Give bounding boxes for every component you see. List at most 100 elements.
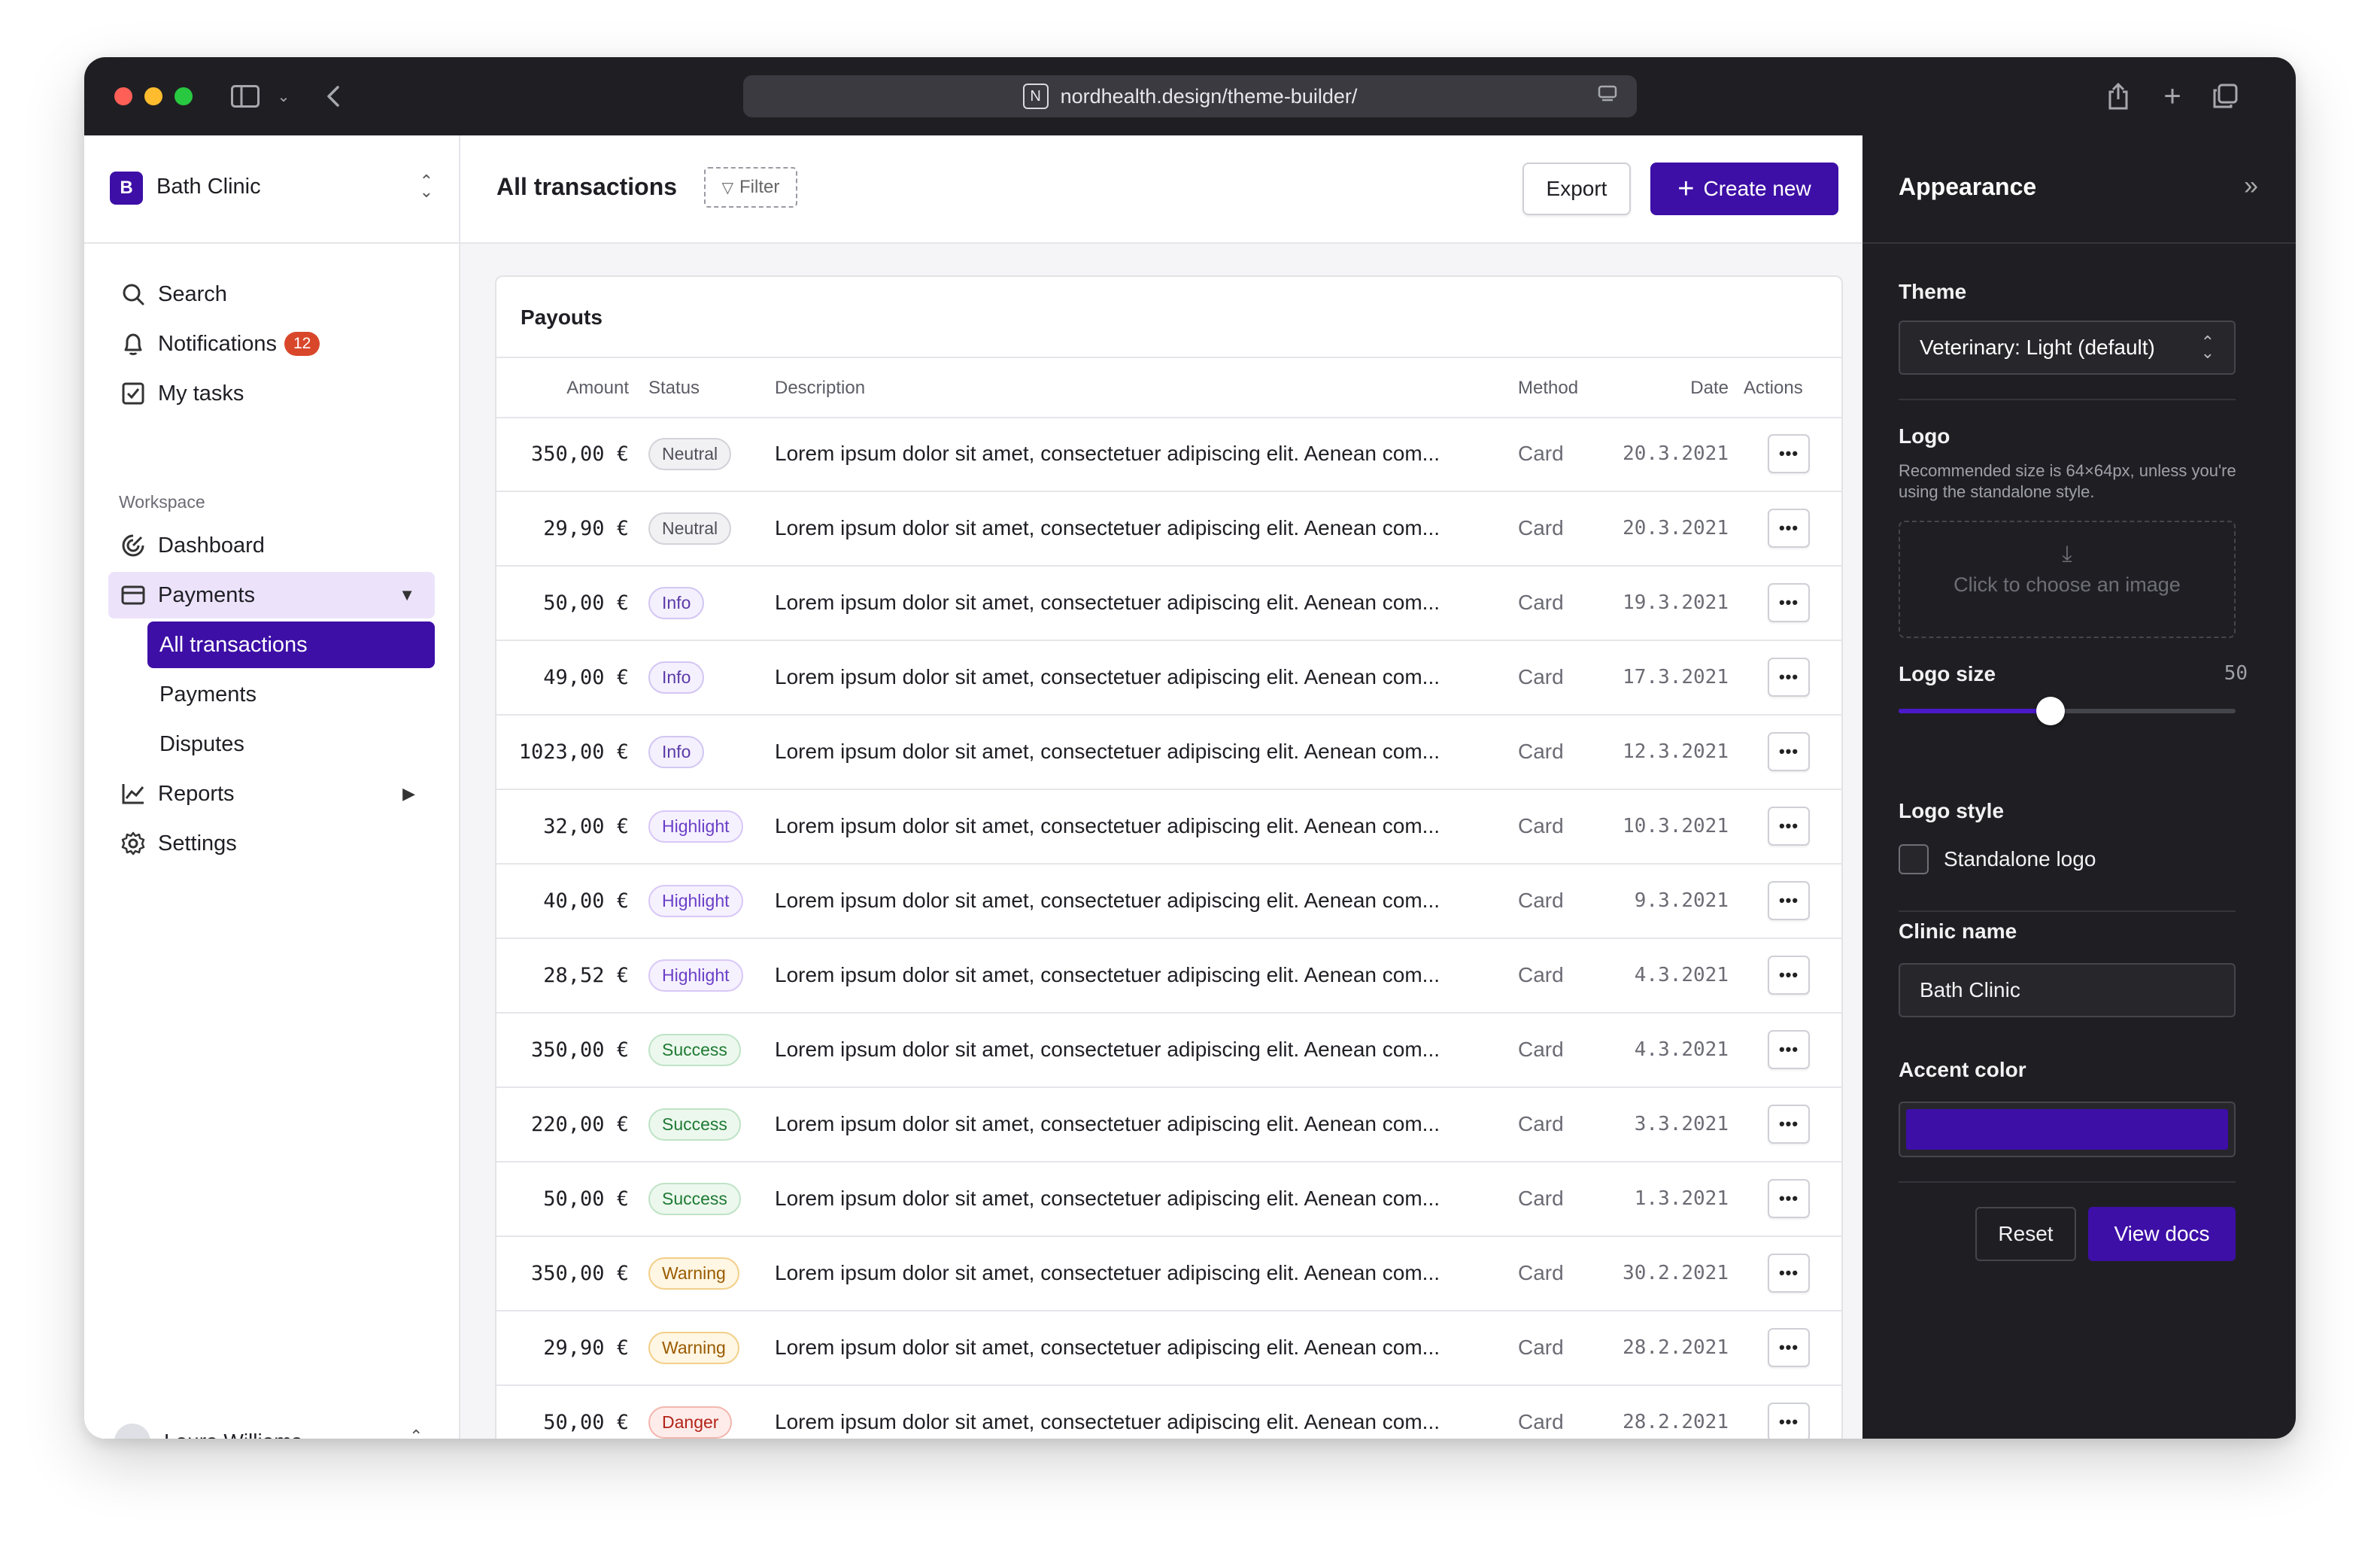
user-menu[interactable]: Laura Williams xyxy=(114,1419,302,1439)
table-row[interactable]: 49,00 € Info Lorem ipsum dolor sit amet, c… xyxy=(496,640,1841,716)
filter-button[interactable]: ▽ Filter xyxy=(704,167,797,208)
more-actions-button[interactable]: ••• xyxy=(1768,881,1810,920)
sidebar-item-dashboard[interactable]: Dashboard xyxy=(108,522,435,569)
caret-down-icon: ▼ xyxy=(399,585,415,604)
column-header-date[interactable]: Date xyxy=(1690,378,1729,399)
sidebar-item-disputes[interactable]: Disputes xyxy=(147,721,435,767)
status-badge: Neutral xyxy=(648,437,732,470)
description-text: Lorem ipsum dolor sit amet, consectetuer… xyxy=(775,889,1440,912)
slider-fill xyxy=(1899,709,2051,713)
chevron-down-icon[interactable]: ⌄ xyxy=(272,77,295,116)
sidebar-item-label: Payments xyxy=(158,582,255,607)
table-row[interactable]: 350,00 € Neutral Lorem ipsum dolor sit ame… xyxy=(496,417,1841,492)
table-row[interactable]: 40,00 € Highlight Lorem ipsum dolor sit am… xyxy=(496,864,1841,939)
more-actions-button[interactable]: ••• xyxy=(1768,807,1810,846)
table-row[interactable]: 29,90 € Warning Lorem ipsum dolor sit amet… xyxy=(496,1311,1841,1386)
actions-cell: ••• xyxy=(1768,1162,1810,1235)
accent-color-input[interactable] xyxy=(1899,1102,2236,1157)
zoom-window-button[interactable] xyxy=(175,87,193,105)
sidebar-item-reports[interactable]: Reports ▶ xyxy=(108,770,435,817)
reader-mode-icon[interactable] xyxy=(1598,84,1620,107)
table-row[interactable]: 28,52 € Highlight Lorem ipsum dolor sit am… xyxy=(496,938,1841,1014)
collapse-panel-icon[interactable]: » xyxy=(2244,172,2258,201)
sidebar-item-search[interactable]: Search xyxy=(108,271,435,318)
description-cell: Lorem ipsum dolor sit amet, consectetuer… xyxy=(775,1311,1497,1384)
search-icon xyxy=(108,282,158,306)
create-new-button[interactable]: + Create new xyxy=(1650,163,1838,215)
description-cell: Lorem ipsum dolor sit amet, consectetuer… xyxy=(775,1087,1497,1161)
chevron-updown-icon[interactable]: ⌃⌄ xyxy=(409,1428,423,1439)
more-actions-button[interactable]: ••• xyxy=(1768,434,1810,473)
logo-size-slider[interactable] xyxy=(1899,697,2236,725)
main-content: All transactions ▽ Filter Export + Creat… xyxy=(460,135,1862,1439)
status-cell: Neutral xyxy=(648,491,732,565)
description-cell: Lorem ipsum dolor sit amet, consectetuer… xyxy=(775,566,1497,640)
amount-cell: 1023,00 € xyxy=(518,740,629,764)
table-row[interactable]: 220,00 € Success Lorem ipsum dolor sit ame… xyxy=(496,1087,1841,1162)
more-actions-button[interactable]: ••• xyxy=(1768,1328,1810,1367)
table-row[interactable]: 50,00 € Danger Lorem ipsum dolor sit amet,… xyxy=(496,1385,1841,1439)
sidebar-item-settings[interactable]: Settings xyxy=(108,820,435,867)
table-row[interactable]: 350,00 € Success Lorem ipsum dolor sit ame… xyxy=(496,1013,1841,1088)
column-header-method[interactable]: Method xyxy=(1518,378,1578,399)
clinic-name-input[interactable]: Bath Clinic xyxy=(1899,963,2236,1017)
column-header-amount[interactable]: Amount xyxy=(566,378,629,399)
tab-overview-icon[interactable] xyxy=(2210,77,2240,116)
payouts-card: Payouts Amount Status Description Method… xyxy=(495,275,1843,1439)
more-actions-button[interactable]: ••• xyxy=(1768,658,1810,697)
theme-select[interactable]: Veterinary: Light (default) ⌃ ⌄ xyxy=(1899,321,2236,375)
more-icon: ••• xyxy=(1778,1114,1799,1133)
sidebar-item-payments[interactable]: Payments ▼ xyxy=(108,572,435,618)
section-label-workspace: Workspace xyxy=(119,492,205,512)
table-row[interactable]: 350,00 € Warning Lorem ipsum dolor sit ame… xyxy=(496,1236,1841,1311)
actions-cell: ••• xyxy=(1768,1087,1810,1161)
notifications-count-badge: 12 xyxy=(284,332,320,356)
reset-button[interactable]: Reset xyxy=(1975,1207,2076,1261)
org-switcher[interactable]: B Bath Clinic ⌃ ⌄ xyxy=(84,135,459,244)
actions-cell: ••• xyxy=(1768,715,1810,789)
more-actions-button[interactable]: ••• xyxy=(1768,1254,1810,1293)
more-actions-button[interactable]: ••• xyxy=(1768,1179,1810,1218)
new-tab-icon[interactable]: + xyxy=(2157,77,2187,116)
org-name: Bath Clinic xyxy=(156,175,261,199)
sidebar-toggle-icon[interactable] xyxy=(229,77,262,116)
standalone-logo-label[interactable]: Standalone logo xyxy=(1944,847,2096,871)
column-header-status[interactable]: Status xyxy=(648,378,700,399)
table-row[interactable]: 29,90 € Neutral Lorem ipsum dolor sit amet… xyxy=(496,491,1841,567)
amount-cell: 350,00 € xyxy=(530,442,629,466)
more-actions-button[interactable]: ••• xyxy=(1768,1403,1810,1439)
sidebar-item-label: My tasks xyxy=(158,381,244,406)
description-cell: Lorem ipsum dolor sit amet, consectetuer… xyxy=(775,938,1497,1012)
view-docs-button[interactable]: View docs xyxy=(2088,1207,2236,1261)
more-icon: ••• xyxy=(1778,965,1799,984)
share-icon[interactable] xyxy=(2103,77,2133,116)
back-icon[interactable] xyxy=(322,77,345,116)
sidebar-item-notifications[interactable]: Notifications 12 xyxy=(108,321,435,367)
date-cell: 20.3.2021 xyxy=(1623,517,1729,539)
sidebar-item-my-tasks[interactable]: My tasks xyxy=(108,370,435,417)
table-row[interactable]: 50,00 € Info Lorem ipsum dolor sit amet, c… xyxy=(496,566,1841,641)
slider-thumb[interactable] xyxy=(2035,697,2065,725)
standalone-logo-checkbox[interactable] xyxy=(1899,844,1929,874)
description-text: Lorem ipsum dolor sit amet, consectetuer… xyxy=(775,1336,1440,1359)
more-actions-button[interactable]: ••• xyxy=(1768,1105,1810,1144)
more-actions-button[interactable]: ••• xyxy=(1768,583,1810,622)
address-bar[interactable]: N nordhealth.design/theme-builder/ xyxy=(743,75,1637,117)
export-button[interactable]: Export xyxy=(1522,163,1631,215)
more-actions-button[interactable]: ••• xyxy=(1768,956,1810,995)
table-row[interactable]: 32,00 € Highlight Lorem ipsum dolor sit am… xyxy=(496,789,1841,865)
table-row[interactable]: 1023,00 € Info Lorem ipsum dolor sit amet,… xyxy=(496,715,1841,790)
description-cell: Lorem ipsum dolor sit amet, consectetuer… xyxy=(775,864,1497,938)
more-actions-button[interactable]: ••• xyxy=(1768,732,1810,771)
close-window-button[interactable] xyxy=(114,87,132,105)
logo-dropzone[interactable]: ⤓ Click to choose an image xyxy=(1899,521,2236,638)
more-actions-button[interactable]: ••• xyxy=(1768,1030,1810,1069)
description-cell: Lorem ipsum dolor sit amet, consectetuer… xyxy=(775,491,1497,565)
sidebar-item-payments-sub[interactable]: Payments xyxy=(147,671,435,718)
more-actions-button[interactable]: ••• xyxy=(1768,509,1810,548)
column-header-description[interactable]: Description xyxy=(775,378,865,399)
table-row[interactable]: 50,00 € Success Lorem ipsum dolor sit amet… xyxy=(496,1162,1841,1237)
sidebar-item-all-transactions[interactable]: All transactions xyxy=(147,622,435,668)
description-text: Lorem ipsum dolor sit amet, consectetuer… xyxy=(775,1261,1440,1284)
minimize-window-button[interactable] xyxy=(144,87,162,105)
